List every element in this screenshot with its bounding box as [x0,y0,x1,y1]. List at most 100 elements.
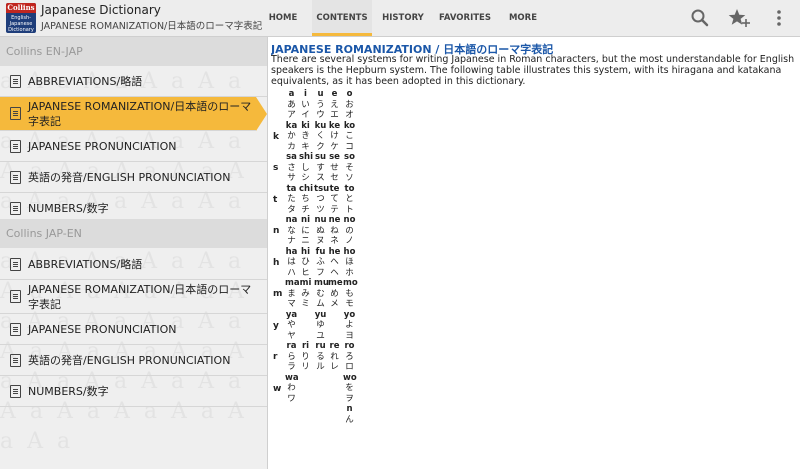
table-cell: me めメ [328,278,343,310]
romaji-text: ta [286,183,297,194]
sidebar-item-japanese-pronunciation[interactable]: JAPANESE PRONUNCIATION [0,314,267,345]
kana-text: メ [330,299,339,309]
sidebar-item-english-pronunciation[interactable]: 英語の発音/ENGLISH PRONUNCIATION [0,345,267,376]
table-cell: ma まマ [285,278,300,310]
kana-text: チ [301,204,310,215]
kana-text: は [287,257,296,267]
document-icon [10,290,21,303]
romaji-text: tsu [314,183,330,194]
add-favorite-star-icon[interactable] [728,7,750,29]
table-cell: hi ひヒ [299,247,312,279]
kana-text: ヒ [301,267,310,278]
romaji-text: ku [314,120,327,131]
kana-text: す [316,162,325,173]
kana-text: ワ [287,393,296,404]
document-icon [10,258,21,271]
table-cell: uうウ [314,89,327,121]
kana-text: セ [330,173,339,183]
kana-text: み [301,288,310,299]
section-header-jap-en: Collins JAP-EN [0,219,267,248]
table-cell: ne ねネ [328,215,341,247]
kana-text: ネ [330,236,339,246]
kana-text: を [345,383,354,393]
kana-text: に [301,225,310,236]
kana-text: ス [316,173,325,183]
table-cell: shi しシ [299,152,313,184]
sidebar-item-abbreviations[interactable]: ABBREVIATIONS/略語 [0,66,267,97]
kana-text: せ [330,162,339,173]
romaji-text: hi [301,246,310,257]
kana-text: ゆ [316,320,325,330]
romaji-text: me [328,278,343,288]
kana-text: ノ [345,236,354,246]
app-subtitle: JAPANESE ROMANIZATION/日本語のローマ字表記 [41,21,263,32]
romaji-text: no [343,215,356,225]
table-cell: ke けケ [328,121,341,153]
kana-text: つ [316,194,325,204]
romaji-text: wa [285,372,299,383]
table-cell: na なナ [285,215,298,247]
romaji-text: e [331,89,338,99]
overflow-menu-icon[interactable] [768,7,790,29]
kana-text: し [301,162,310,173]
table-cell: ho ほホ [343,247,356,279]
kana-text: え [330,99,339,110]
kana-text: ソ [345,173,354,183]
romaji-text: mu [314,278,329,288]
romaji-text: fu [315,246,326,257]
kana-text: コ [345,141,354,152]
document-icon [10,75,21,88]
tab-more[interactable]: MORE [500,0,546,36]
pane-divider[interactable] [267,37,268,469]
table-cell: so そソ [343,152,356,184]
table-row-label: m [273,289,283,299]
sidebar-item-label: 英語の発音/ENGLISH PRONUNCIATION [28,354,231,367]
sidebar-item-japanese-pronunciation[interactable]: JAPANESE PRONUNCIATION [0,131,267,162]
sidebar-item-english-pronunciation[interactable]: 英語の発音/ENGLISH PRONUNCIATION [0,162,267,193]
table-cell: tsu つツ [314,183,330,216]
kana-text: ほ [345,257,354,267]
contents-sidebar: AaAaAaAaA aAaAaAaAaAaAaAaAaAaAaAaAaAa AaAa… [0,37,267,469]
romaji-text: mo [343,278,358,288]
document-icon [10,171,21,184]
sidebar-item-label: NUMBERS/数字 [28,385,109,398]
tab-home[interactable]: HOME [258,0,308,36]
kana-text: ふ [316,257,325,267]
kana-text: よ [345,320,354,330]
table-cell: se せセ [328,152,341,184]
sidebar-item-japanese-romanization[interactable]: JAPANESE ROMANIZATION/日本語のローマ字表記 [0,280,267,314]
collins-app-icon[interactable]: Collins English-Japanese Dictionary [6,3,36,33]
tab-contents[interactable]: CONTENTS [312,0,372,36]
table-cell: ru るル [314,341,327,373]
tab-history[interactable]: HISTORY [376,0,430,36]
romaji-text: ki [301,120,310,131]
table-cell: nん [343,404,356,425]
sidebar-item-abbreviations[interactable]: ABBREVIATIONS/略語 [0,249,267,280]
kana-text: ヲ [345,393,354,404]
romaji-text: a [288,89,295,99]
romaji-text: yo [343,309,356,320]
kana-text: い [301,99,310,110]
sidebar-item-label: JAPANESE PRONUNCIATION [28,323,177,336]
table-cell: su すス [314,152,327,184]
sidebar-item-label: JAPANESE ROMANIZATION/日本語のローマ字表記 [28,100,252,128]
kana-text: た [287,194,296,204]
article-content[interactable]: JAPANESE ROMANIZATION / 日本語のローマ字表記 There… [271,37,797,469]
table-cell: re れレ [328,341,341,373]
romaji-text: wo [343,372,357,383]
sidebar-item-label: JAPANESE ROMANIZATION/日本語のローマ字表記 [28,283,252,311]
app-icon-subtitle: English-Japanese Dictionary [8,15,34,33]
table-row-label: r [273,352,278,362]
kana-text: や [287,320,296,330]
romaji-text: na [285,215,298,225]
kana-text: ク [316,141,325,152]
kana-text: ミ [301,299,310,309]
tab-favorites[interactable]: FAVORITES [434,0,496,36]
sidebar-item-numbers[interactable]: NUMBERS/数字 [0,376,267,407]
table-row-label: y [273,320,279,331]
table-row-label: w [273,383,282,394]
kana-text: け [330,131,339,141]
table-cell: mu むム [314,278,329,310]
sidebar-item-japanese-romanization[interactable]: JAPANESE ROMANIZATION/日本語のローマ字表記 [0,97,267,131]
search-icon[interactable] [689,7,711,29]
